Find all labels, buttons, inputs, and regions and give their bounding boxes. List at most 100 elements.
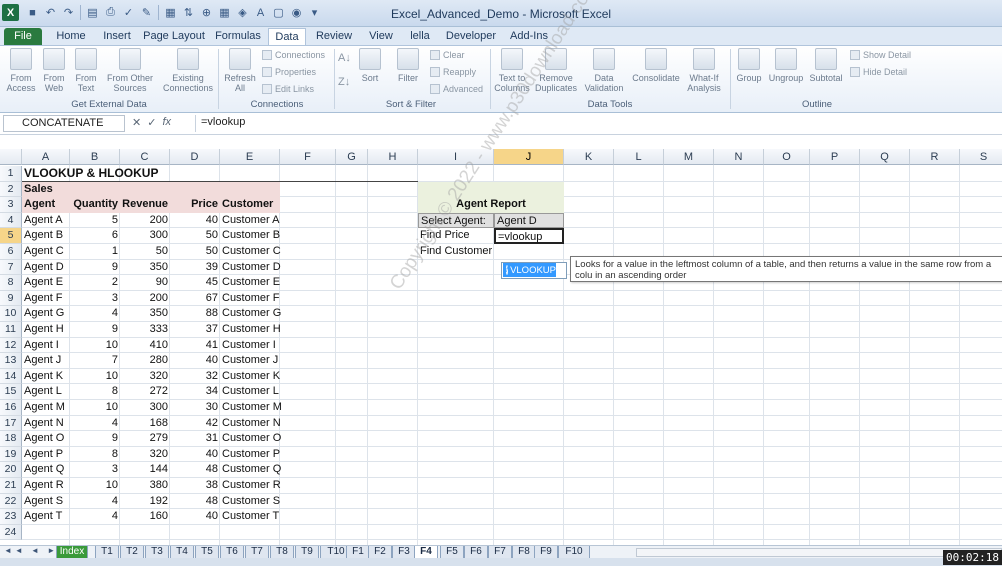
data-cell[interactable]: Agent R — [22, 478, 70, 494]
data-cell[interactable]: 380 — [120, 478, 170, 494]
data-cell[interactable]: 10 — [70, 338, 120, 354]
data-cell[interactable]: 3 — [70, 462, 120, 478]
clear-button[interactable]: Clear — [430, 50, 465, 60]
what-if-analysis-button[interactable]: What-If Analysis — [684, 48, 724, 93]
row-header-4[interactable]: 4 — [0, 212, 22, 229]
data-cell[interactable]: 48 — [170, 494, 220, 510]
data-cell[interactable]: Agent E — [22, 275, 70, 291]
row-header-3[interactable]: 3 — [0, 197, 22, 213]
data-cell[interactable]: 9 — [70, 260, 120, 276]
data-cell[interactable]: Customer K — [220, 369, 280, 385]
data-cell[interactable]: Customer E — [220, 275, 280, 291]
data-cell[interactable]: 40 — [170, 353, 220, 369]
sales-section-cell[interactable]: Sales — [22, 182, 70, 198]
data-cell[interactable]: 1 — [70, 244, 120, 260]
data-cell[interactable]: Customer D — [220, 260, 281, 276]
data-cell[interactable]: Customer R — [220, 478, 281, 494]
row-header-23[interactable]: 23 — [0, 509, 22, 525]
tab-file[interactable]: File — [4, 28, 42, 45]
row-header-2[interactable]: 2 — [0, 181, 22, 198]
data-cell[interactable]: 38 — [170, 478, 220, 494]
data-cell[interactable]: Customer P — [220, 447, 280, 463]
tab-formulas[interactable]: Formulas — [212, 28, 264, 45]
data-cell[interactable]: Agent B — [22, 228, 70, 244]
data-cell[interactable]: 7 — [70, 353, 120, 369]
data-cell[interactable]: Agent G — [22, 306, 70, 322]
data-cell[interactable]: 45 — [170, 275, 220, 291]
data-cell[interactable]: 200 — [120, 291, 170, 307]
row-header-10[interactable]: 10 — [0, 306, 22, 322]
data-cell[interactable]: 30 — [170, 400, 220, 416]
data-cell[interactable]: 10 — [70, 478, 120, 494]
data-cell[interactable]: Agent D — [22, 260, 70, 276]
column-header-e[interactable]: E — [220, 149, 280, 165]
column-header-p[interactable]: P — [810, 149, 860, 165]
data-cell[interactable]: 40 — [170, 509, 220, 525]
row-header-6[interactable]: 6 — [0, 244, 22, 260]
data-cell[interactable]: Customer O — [220, 431, 281, 447]
existing-connections-button[interactable]: Existing Connections — [160, 48, 216, 93]
data-cell[interactable]: 42 — [170, 416, 220, 432]
data-cell[interactable]: Customer A — [220, 213, 280, 229]
enter-icon[interactable]: ✓ — [147, 116, 156, 129]
data-cell[interactable]: 9 — [70, 322, 120, 338]
data-cell[interactable]: 48 — [170, 462, 220, 478]
subtotal-button[interactable]: Subtotal — [808, 48, 844, 83]
row-header-13[interactable]: 13 — [0, 353, 22, 369]
row-header-16[interactable]: 16 — [0, 400, 22, 416]
tab-review[interactable]: Review — [312, 28, 356, 45]
data-cell[interactable]: 300 — [120, 400, 170, 416]
data-cell[interactable]: Customer H — [220, 322, 281, 338]
row-header-20[interactable]: 20 — [0, 462, 22, 478]
properties-button[interactable]: Properties — [262, 67, 316, 77]
data-cell[interactable]: Customer F — [220, 291, 280, 307]
row-header-24[interactable]: 24 — [0, 524, 22, 541]
data-cell[interactable]: 39 — [170, 260, 220, 276]
tab-insert[interactable]: Insert — [96, 28, 138, 45]
data-cell[interactable]: Agent M — [22, 400, 70, 416]
header-cell-customer[interactable]: Customer — [220, 197, 280, 213]
insert-function-icon[interactable]: fx — [162, 116, 171, 129]
tab-add-ins[interactable]: Add-Ins — [506, 28, 552, 45]
column-header-h[interactable]: H — [368, 149, 418, 165]
data-cell[interactable]: Customer T — [220, 509, 280, 525]
connections-button[interactable]: Connections — [262, 50, 325, 60]
filter-button[interactable]: Filter — [394, 48, 422, 83]
data-cell[interactable]: 31 — [170, 431, 220, 447]
data-cell[interactable]: 300 — [120, 228, 170, 244]
from-web-button[interactable]: From Web — [38, 48, 70, 93]
data-cell[interactable]: 160 — [120, 509, 170, 525]
data-cell[interactable]: Customer G — [220, 306, 281, 322]
data-cell[interactable]: 350 — [120, 260, 170, 276]
data-cell[interactable]: Customer S — [220, 494, 280, 510]
cancel-icon[interactable]: ✕ — [132, 116, 141, 129]
column-header-a[interactable]: A — [22, 149, 70, 165]
data-cell[interactable]: 6 — [70, 228, 120, 244]
data-cell[interactable]: 320 — [120, 369, 170, 385]
row-header-18[interactable]: 18 — [0, 431, 22, 447]
from-access-button[interactable]: From Access — [4, 48, 38, 93]
row-header-22[interactable]: 22 — [0, 493, 22, 510]
column-header-d[interactable]: D — [170, 149, 220, 165]
tab-data[interactable]: Data — [268, 28, 306, 45]
column-header-f[interactable]: F — [280, 149, 336, 165]
data-cell[interactable]: 50 — [120, 244, 170, 260]
data-cell[interactable]: 200 — [120, 213, 170, 229]
data-cell[interactable]: Agent J — [22, 353, 70, 369]
row-header-11[interactable]: 11 — [0, 322, 22, 338]
show-detail-button[interactable]: Show Detail — [850, 50, 911, 60]
column-header-i[interactable]: I — [418, 149, 494, 165]
data-cell[interactable]: 40 — [170, 213, 220, 229]
column-header-j[interactable]: J — [494, 149, 564, 165]
data-cell[interactable]: Customer N — [220, 416, 281, 432]
data-cell[interactable]: 41 — [170, 338, 220, 354]
header-cell-quantity[interactable]: Quantity — [70, 197, 120, 213]
data-cell[interactable]: Agent Q — [22, 462, 70, 478]
tab-view[interactable]: View — [362, 28, 400, 45]
data-cell[interactable]: Agent F — [22, 291, 70, 307]
hide-detail-button[interactable]: Hide Detail — [850, 67, 907, 77]
data-cell[interactable]: 279 — [120, 431, 170, 447]
column-header-c[interactable]: C — [120, 149, 170, 165]
data-cell[interactable]: 88 — [170, 306, 220, 322]
data-cell[interactable]: 333 — [120, 322, 170, 338]
